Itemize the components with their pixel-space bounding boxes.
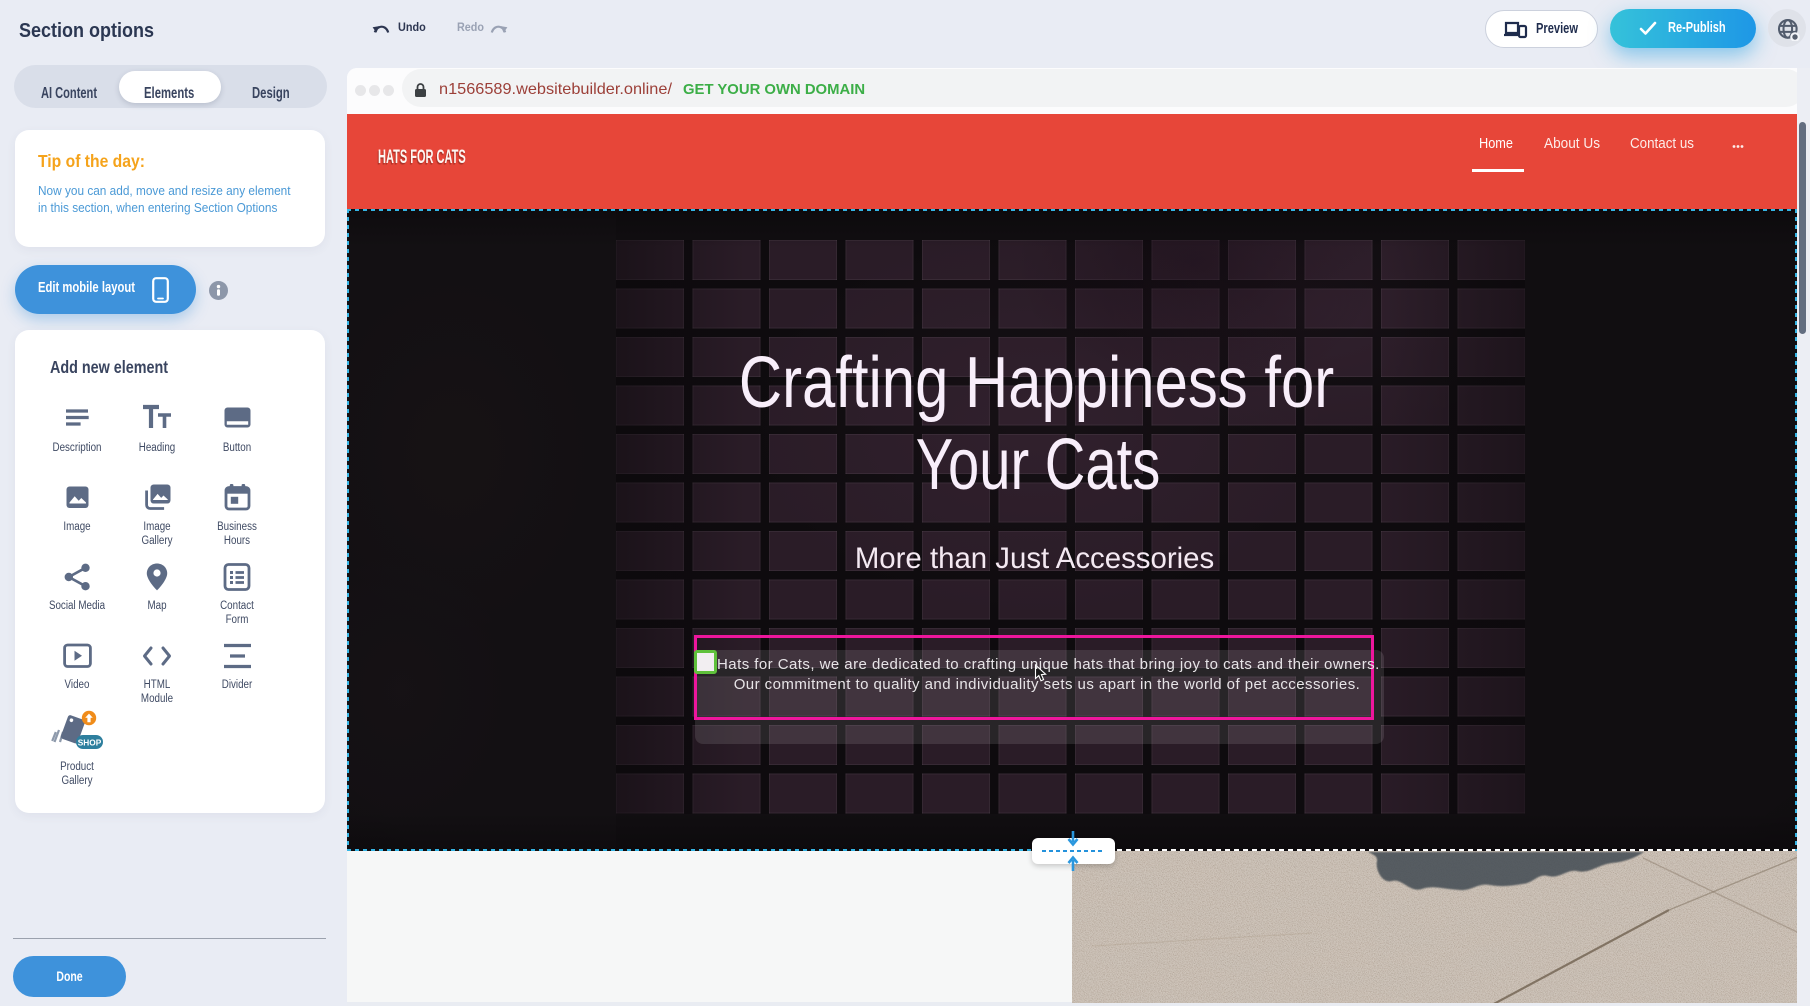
svg-text:SHOP: SHOP xyxy=(78,738,102,748)
